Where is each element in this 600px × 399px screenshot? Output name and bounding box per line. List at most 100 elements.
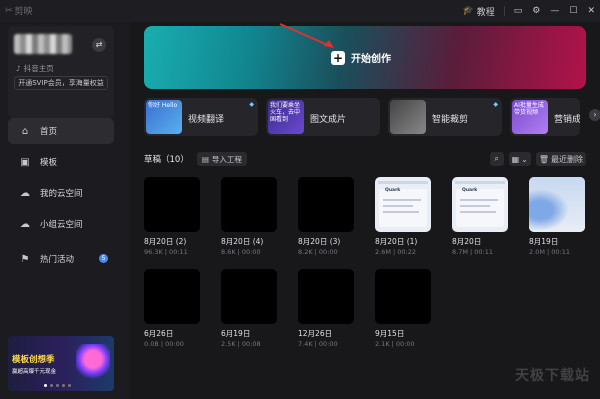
import-label: 导入工程 [211,154,242,164]
start-creation-banner[interactable]: + 开始创作 [144,26,586,89]
draft-card[interactable]: 12月26日 7.4K | 00:00 [298,269,354,348]
promo-banner[interactable]: 模板创想季 赢超高爆千元现金 [8,336,114,391]
red-arrow-annotation [279,23,334,48]
tool-name: 视频翻译 [188,115,225,125]
view-toggle-button[interactable]: ▦ ⌄ [508,152,531,166]
settings-icon[interactable]: ⚙ [527,0,545,22]
draft-thumbnail [144,269,200,324]
tool-name: 图文成片 [310,115,347,125]
draft-meta: 2.0M | 00:11 [529,248,570,256]
drafts-title: 草稿（10） [144,155,189,165]
title-bar: ✂ 剪映 🎓 教程 ▭ ⚙ — ☐ ✕ [0,0,600,22]
draft-card[interactable]: 6月19日 2.5K | 00:08 [221,269,277,348]
draft-card[interactable]: 8月20日 (2) 96.3K | 00:11 [144,177,200,256]
draft-thumbnail [298,177,354,232]
tool-smart-crop[interactable]: 智能裁剪 ◆ [388,98,502,136]
close-button[interactable]: ✕ [582,0,600,22]
sidebar-item-group-cloud[interactable]: ☁ 小组云空间 [8,211,114,237]
draft-card[interactable]: 8月20日 (4) 8.6K | 00:00 [221,177,277,256]
home-icon: ⌂ [21,125,29,137]
plus-icon: + [331,50,345,65]
tool-thumbnail: 我们要乘坐火车，去中国看到 [268,100,304,134]
chevron-right-icon[interactable]: › [589,109,600,121]
import-icon: ▤ [201,154,209,164]
draft-thumbnail [221,269,277,324]
graduation-cap-icon: 🎓 [462,6,474,16]
avatar[interactable] [14,34,72,54]
sidebar-item-hot-events[interactable]: ⚑ 热门活动 5 [8,246,114,272]
switch-account-icon[interactable]: ⇄ [92,38,106,52]
recently-deleted-button[interactable]: 🗑 最近删除 [535,152,586,166]
draft-title: 8月19日 [529,237,559,246]
banner-illustration [76,344,110,382]
grid-icon: ▦ [511,154,520,164]
app-logo: ✂ 剪映 [5,4,33,18]
feedback-icon[interactable]: ▭ [509,0,528,22]
tool-image-to-video[interactable]: 我们要乘坐火车，去中国看到 图文成片 [266,98,380,136]
draft-thumbnail [144,177,200,232]
start-creation-label: 开始创作 [351,54,391,65]
draft-card[interactable]: 8月20日 (3) 8.2K | 00:00 [298,177,354,256]
douyin-home-label: 抖音主页 [23,64,54,73]
tutorial-label: 教程 [476,7,495,18]
draft-thumbnail: Quark [452,177,508,232]
draft-card[interactable]: 9月15日 2.1K | 00:00 [375,269,431,348]
template-icon: ▣ [20,156,30,168]
tool-marketing-video[interactable]: AI批量生成带货视频 营销成片 [510,98,580,136]
sidebar: ⇄ ♪ 抖音主页 开通SVIP会员，享海量权益 ⌂ 首页 ▣ 模板 ☁ 我的云空… [0,22,130,399]
draft-title: 8月20日 [452,237,482,246]
tool-thumbnail: 你好 Hello [146,100,182,134]
maximize-button[interactable]: ☐ [564,0,582,22]
watermark: 天极下载站 [515,368,590,384]
draft-meta: 8.2K | 00:00 [298,248,338,256]
draft-card[interactable]: Quark 8月20日 8.7M | 00:11 [452,177,508,256]
sidebar-item-label: 首页 [40,127,58,137]
draft-meta: 0.0B | 00:00 [144,340,184,348]
tool-name: 营销成片 [554,115,580,125]
svip-button[interactable]: 开通SVIP会员，享海量权益 [14,76,108,90]
minimize-button[interactable]: — [545,0,564,22]
banner-pagination[interactable] [44,384,71,387]
profile-card: ⇄ ♪ 抖音主页 开通SVIP会员，享海量权益 [8,26,114,118]
draft-meta: 8.6K | 00:00 [221,248,261,256]
tutorial-button[interactable]: 🎓 教程 [458,0,500,22]
banner-title: 模板创想季 [12,355,55,365]
draft-thumbnail [298,269,354,324]
draft-title: 8月20日 (4) [221,237,264,246]
draft-card[interactable]: 8月19日 2.0M | 00:11 [529,177,585,256]
sidebar-item-templates[interactable]: ▣ 模板 [8,149,114,175]
draft-meta: 2.6M | 00:22 [375,248,416,256]
trash-icon: 🗑 [538,154,549,164]
banner-subtitle: 赢超高爆千元现金 [12,369,57,375]
thumbnail-text: Quark [385,188,401,193]
draft-meta: 2.5K | 00:08 [221,340,261,348]
sidebar-item-my-cloud[interactable]: ☁ 我的云空间 [8,180,114,206]
notification-badge: 5 [99,254,108,263]
tool-video-translate[interactable]: 你好 Hello 视频翻译 ◆ [144,98,258,136]
sidebar-item-home[interactable]: ⌂ 首页 [8,118,114,144]
tool-thumbnail [390,100,426,134]
draft-thumbnail [375,269,431,324]
search-icon[interactable]: ⌕ [489,152,504,166]
thumbnail-text: Quark [462,188,478,193]
draft-meta: 96.3K | 00:11 [144,248,188,256]
main-content: + 开始创作 你好 Hello 视频翻译 ◆ 我们要乘坐火车，去中国看到 图文成… [130,22,600,399]
app-name: 剪映 [14,7,33,17]
douyin-icon: ♪ [16,64,21,73]
tools-row: 你好 Hello 视频翻译 ◆ 我们要乘坐火车，去中国看到 图文成片 智能裁剪 … [144,98,586,136]
douyin-home-link[interactable]: ♪ 抖音主页 [16,63,54,74]
draft-meta: 7.4K | 00:00 [298,340,338,348]
draft-title: 8月20日 (3) [298,237,341,246]
draft-card[interactable]: 6月26日 0.0B | 00:00 [144,269,200,348]
diamond-icon: ◆ [249,101,254,108]
flag-icon: ⚑ [20,253,30,265]
titlebar-controls: 🎓 教程 ▭ ⚙ — ☐ ✕ [458,0,600,22]
group-cloud-icon: ☁ [20,218,30,230]
draft-title: 6月26日 [144,329,174,338]
chevron-down-icon: ⌄ [521,154,528,164]
cloud-icon: ☁ [20,187,30,199]
draft-thumbnail [529,177,585,232]
draft-card[interactable]: Quark 8月20日 (1) 2.6M | 00:22 [375,177,431,256]
import-project-button[interactable]: ▤ 导入工程 [196,152,247,166]
start-creation-button[interactable]: + 开始创作 [331,50,391,65]
